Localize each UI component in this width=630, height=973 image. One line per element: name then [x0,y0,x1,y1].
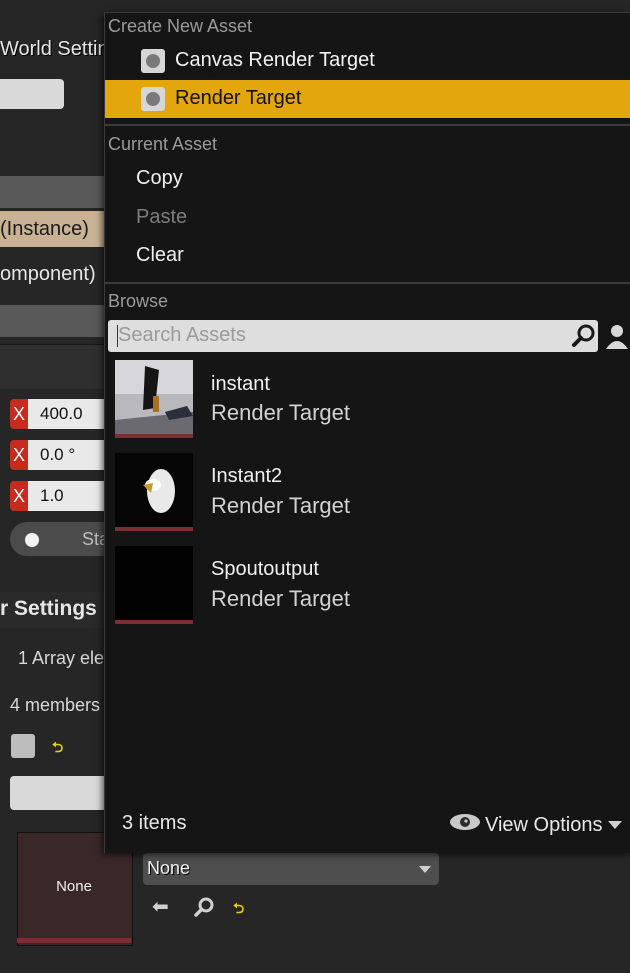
wide-button[interactable] [10,776,104,810]
reset-arrow-icon[interactable]: ⮌ [233,898,244,922]
current-asset-header: Current Asset [108,134,218,154]
thumbnail-none-label: None [56,878,92,895]
items-count: 3 items [122,812,187,834]
thumbnail-color-bar [115,527,193,531]
radio-dot-icon [25,533,39,547]
panel-title: World Settin [0,38,109,60]
filter-user-icon[interactable] [604,321,630,351]
asset-thumbnail[interactable] [115,546,193,624]
asset-name: Instant2 [211,465,283,487]
search-icon[interactable] [571,323,597,349]
menu-divider [104,282,630,284]
menu-item-clear[interactable]: Clear [136,244,184,267]
checkbox[interactable] [11,734,35,758]
view-options-button[interactable]: View Options [449,812,623,838]
chevron-down-icon [608,821,623,829]
browse-header: Browse [108,291,169,311]
vector-value-input[interactable]: 400.0 [28,399,104,429]
array-elements-label: 1 Array ele [18,648,105,668]
menu-item-label: Render Target [175,87,302,109]
menu-divider [104,124,630,126]
asset-name: instant [211,373,270,395]
asset-type: Render Target [211,586,351,611]
chevron-down-icon [419,866,431,873]
menu-item-paste: Paste [136,206,188,228]
asset-name: Spoutoutput [211,558,319,580]
use-selected-arrow-icon[interactable]: ⬅ [152,894,169,919]
axis-x-label: X [10,399,28,429]
menu-item-label: Canvas Render Target [175,49,375,71]
asset-type: Render Target [211,493,351,518]
name-field[interactable] [0,79,64,109]
vector-value-input[interactable]: 0.0 ° [28,440,104,470]
vector-row[interactable]: X 1.0 [10,481,104,511]
component-row[interactable]: omponent) [0,263,96,286]
thumbnail-color-bar [115,434,193,438]
members-label: 4 members [10,695,101,715]
thumbnail-color-bar [17,938,131,943]
axis-x-label: X [10,440,28,470]
render-target-icon [141,49,165,73]
render-target-icon [141,87,165,111]
vector-row[interactable]: X 0.0 ° [10,440,104,470]
browse-search-icon[interactable] [193,895,217,924]
thumbnail-color-bar [115,620,193,624]
instance-row[interactable]: (Instance) [0,211,104,247]
search-placeholder: Search Assets [118,324,246,346]
eye-icon [449,812,481,838]
asset-thumbnail[interactable] [115,360,193,438]
settings-section-title: r Settings [0,597,97,620]
text-caret [117,325,118,347]
asset-thumbnail[interactable] [115,453,193,531]
asset-type: Render Target [211,400,351,425]
axis-x-label: X [10,481,28,511]
filter-bar[interactable] [0,305,104,337]
vector-value-input[interactable]: 1.0 [28,481,104,511]
create-new-asset-header: Create New Asset [108,16,253,36]
menu-item-copy[interactable]: Copy [136,167,183,190]
reset-arrow-icon[interactable]: ⮌ [52,737,63,761]
texture-combo-value: None [147,858,191,878]
vector-row[interactable]: X 400.0 [10,399,104,429]
search-details-bar[interactable] [0,176,104,208]
view-options-label: View Options [485,813,603,836]
transform-header [0,344,104,389]
